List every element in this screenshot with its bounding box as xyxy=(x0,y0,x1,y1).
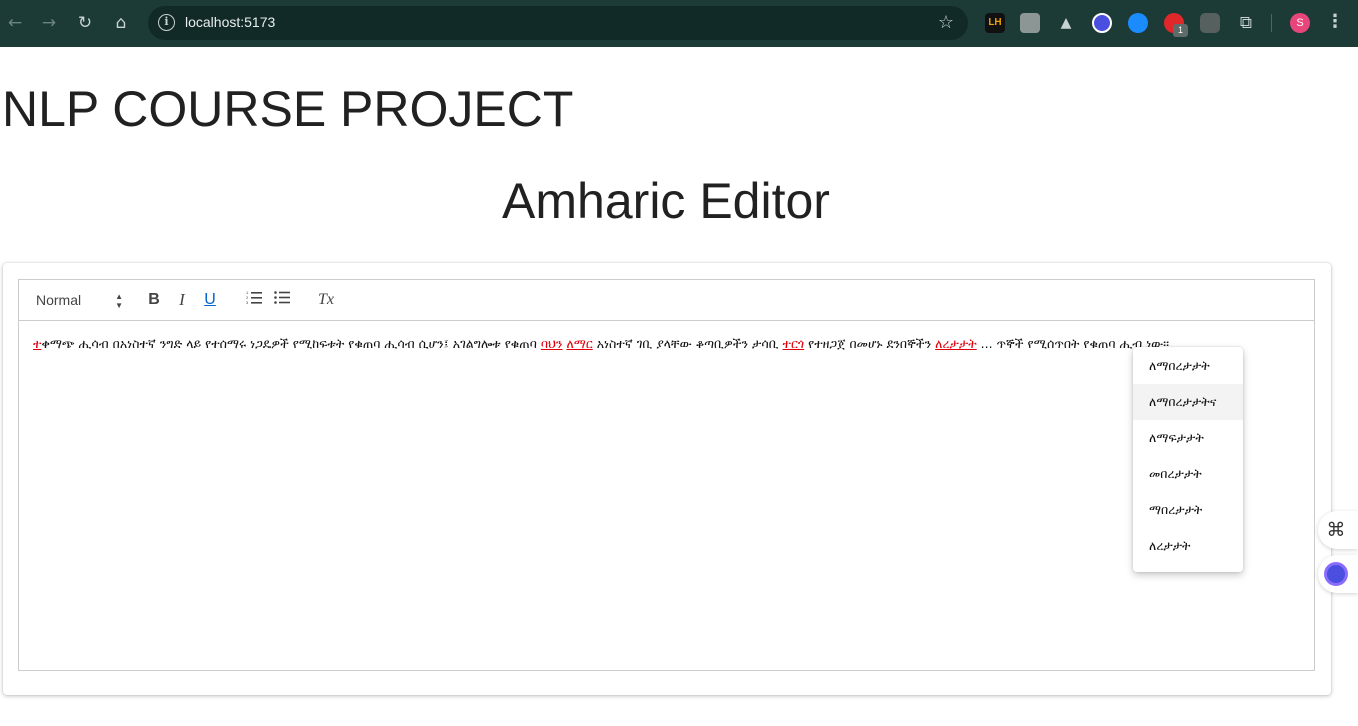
lighthouse-extension-icon[interactable]: LH xyxy=(985,13,1005,33)
browser-toolbar: ← → ↻ ⌂ i localhost:5173 ☆ LH ▲ 1 ⧉ S ⋮ xyxy=(0,0,1358,47)
angular-extension-icon[interactable]: ▲ xyxy=(1056,13,1076,33)
svg-text:3: 3 xyxy=(246,300,249,304)
misspelled-word[interactable]: ለማር xyxy=(566,336,592,351)
ordered-list-button[interactable]: 1 2 3 xyxy=(243,289,265,311)
misspelled-word[interactable]: ባህን xyxy=(541,336,563,351)
suggestion-item[interactable]: ለማበረታታትና xyxy=(1133,384,1243,420)
home-icon[interactable]: ⌂ xyxy=(110,12,132,34)
format-select-value: Normal xyxy=(36,292,82,308)
command-shortcut-icon[interactable]: ⌘ xyxy=(1318,511,1358,549)
extension-badge: 1 xyxy=(1173,24,1188,37)
robot-extension-icon[interactable] xyxy=(1200,13,1220,33)
camera-extension-icon[interactable] xyxy=(1020,13,1040,33)
bullet-list-button[interactable] xyxy=(271,289,293,311)
bot-extension-icon[interactable] xyxy=(1092,13,1112,33)
suggestion-item[interactable]: ለማበረታታት xyxy=(1133,348,1243,384)
info-icon[interactable]: i xyxy=(158,14,175,31)
extensions-icon[interactable]: ⧉ xyxy=(1236,13,1256,33)
underline-button[interactable]: U xyxy=(199,289,221,311)
bold-button[interactable]: B xyxy=(143,289,165,311)
toolbar-divider xyxy=(1271,14,1272,32)
ordered-list-icon: 1 2 3 xyxy=(246,290,262,305)
suggestion-item[interactable]: ለረታታት xyxy=(1133,528,1243,564)
editor-title: Amharic Editor xyxy=(502,173,830,229)
assistant-bot-button[interactable] xyxy=(1318,555,1358,593)
menu-icon[interactable]: ⋮ xyxy=(1326,11,1344,33)
editor-area[interactable]: ተቀማጭ ሒሳብ በአነስተኛ ንግድ ላይ የተሰማሩ ነጋዴዎች የሚከፍቱ… xyxy=(18,320,1315,671)
italic-button[interactable]: I xyxy=(171,289,193,311)
text-segment: ቀማጭ ሒሳብ በአነስተኛ ንግድ ላይ የተሰማሩ ነጋዴዎች የሚከፍቱት… xyxy=(41,336,541,351)
spelling-suggestions-menu: ለማበረታታት ለማበረታታትና ለማፍታታት መበረታታት ማበረታታት ለረታታት xyxy=(1133,347,1243,572)
bookmark-star-icon[interactable]: ☆ xyxy=(938,12,954,33)
suggestion-item[interactable]: ማበረታታት xyxy=(1133,492,1243,528)
misspelled-word[interactable]: ተርጎ xyxy=(783,336,805,351)
project-title: NLP COURSE PROJECT xyxy=(2,81,574,137)
shazam-extension-icon[interactable] xyxy=(1128,13,1148,33)
reload-icon[interactable]: ↻ xyxy=(74,12,96,34)
bot-icon xyxy=(1324,562,1348,586)
text-segment: አነስተኛ ገቢ ያላቸው ቆጣቢዎችን ታሳቢ xyxy=(592,336,783,351)
forward-icon[interactable]: → xyxy=(38,12,60,34)
format-select[interactable]: Normal ▲ ▼ xyxy=(29,289,125,311)
address-bar[interactable]: i localhost:5173 ☆ xyxy=(148,6,968,40)
bullet-list-icon xyxy=(274,291,290,304)
suggestion-item[interactable]: ለማፍታታት xyxy=(1133,420,1243,456)
suggestion-item[interactable]: መበረታታት xyxy=(1133,456,1243,492)
editor-toolbar: Normal ▲ ▼ B I U 1 2 3 Tx xyxy=(18,279,1315,321)
text-segment: የተዘጋጀ በመሆኑ ደንበኞችን xyxy=(804,336,936,351)
misspelled-word[interactable]: ለረታታት xyxy=(935,336,977,351)
editor-card: Normal ▲ ▼ B I U 1 2 3 Tx ተቀማጭ ሒሳብ በአነስተ… xyxy=(3,263,1331,695)
back-icon[interactable]: ← xyxy=(4,12,26,34)
editor-text[interactable]: ተቀማጭ ሒሳብ በአነስተኛ ንግድ ላይ የተሰማሩ ነጋዴዎች የሚከፍቱ… xyxy=(33,332,1303,356)
url-text[interactable]: localhost:5173 xyxy=(185,14,275,30)
clear-format-button[interactable]: Tx xyxy=(315,289,337,311)
select-arrows-icon: ▲ ▼ xyxy=(115,292,123,310)
clear-format-icon: Tx xyxy=(318,291,334,308)
profile-avatar[interactable]: S xyxy=(1290,13,1310,33)
